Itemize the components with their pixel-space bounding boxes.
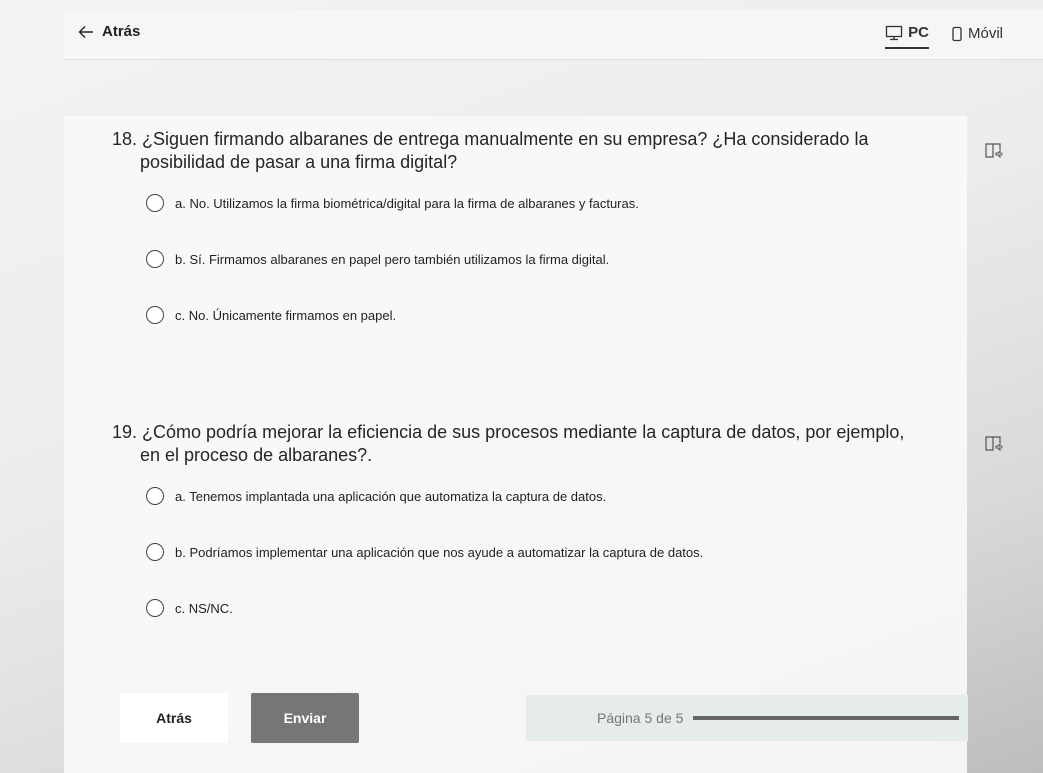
radio-button[interactable] <box>146 543 164 561</box>
page-indicator: Página 5 de 5 <box>597 710 684 726</box>
progress-track <box>693 716 960 720</box>
mobile-icon <box>952 26 962 41</box>
radio-button[interactable] <box>146 599 164 617</box>
option-label: c. NS/NC. <box>175 600 233 616</box>
option-label: a. Tenemos implantada una aplicación que… <box>175 488 607 504</box>
option-19a[interactable]: a. Tenemos implantada una aplicación que… <box>146 484 912 508</box>
option-label: b. Sí. Firmamos albaranes en papel pero … <box>175 251 610 267</box>
option-18a[interactable]: a. No. Utilizamos la firma biométrica/di… <box>146 191 912 215</box>
option-18c[interactable]: c. No. Únicamente firmamos en papel. <box>146 303 912 327</box>
options-list: a. No. Utilizamos la firma biométrica/di… <box>112 191 912 327</box>
radio-button[interactable] <box>146 487 164 505</box>
immersive-reader-icon[interactable] <box>984 142 1004 165</box>
back-link-label: Atrás <box>102 23 141 40</box>
radio-button[interactable] <box>146 250 164 268</box>
immersive-reader-icon[interactable] <box>984 435 1004 458</box>
submit-button[interactable]: Enviar <box>251 693 359 743</box>
desktop-icon <box>885 25 903 40</box>
options-list: a. Tenemos implantada una aplicación que… <box>112 484 912 620</box>
form-card: 18. ¿Siguen firmando albaranes de entreg… <box>64 116 1003 773</box>
page-progress: Página 5 de 5 <box>526 695 968 741</box>
radio-button[interactable] <box>146 194 164 212</box>
back-link[interactable]: Atrás <box>78 23 140 40</box>
option-18b[interactable]: b. Sí. Firmamos albaranes en papel pero … <box>146 247 912 271</box>
tab-pc-label: PC <box>908 24 929 41</box>
tab-pc[interactable]: PC <box>885 24 929 49</box>
tab-movil[interactable]: Móvil <box>951 24 1003 49</box>
option-label: a. No. Utilizamos la firma biométrica/di… <box>175 195 639 211</box>
option-label: c. No. Únicamente firmamos en papel. <box>175 307 397 323</box>
option-label: b. Podríamos implementar una aplicación … <box>175 544 704 560</box>
radio-button[interactable] <box>146 306 164 324</box>
question-19: 19. ¿Cómo podría mejorar la eficiencia d… <box>112 421 1003 652</box>
top-bar: Atrás PC Móvil <box>64 10 1043 60</box>
option-19b[interactable]: b. Podríamos implementar una aplicación … <box>146 540 912 564</box>
question-18: 18. ¿Siguen firmando albaranes de entreg… <box>112 128 1003 359</box>
question-title: 19. ¿Cómo podría mejorar la eficiencia d… <box>112 422 905 465</box>
tab-movil-label: Móvil <box>967 25 1003 42</box>
back-button[interactable]: Atrás <box>120 693 228 743</box>
option-19c[interactable]: c. NS/NC. <box>146 596 912 620</box>
arrow-left-icon <box>78 25 93 38</box>
question-title: 18. ¿Siguen firmando albaranes de entreg… <box>112 129 869 172</box>
progress-fill <box>693 716 960 720</box>
device-switch: PC Móvil <box>885 24 1003 49</box>
